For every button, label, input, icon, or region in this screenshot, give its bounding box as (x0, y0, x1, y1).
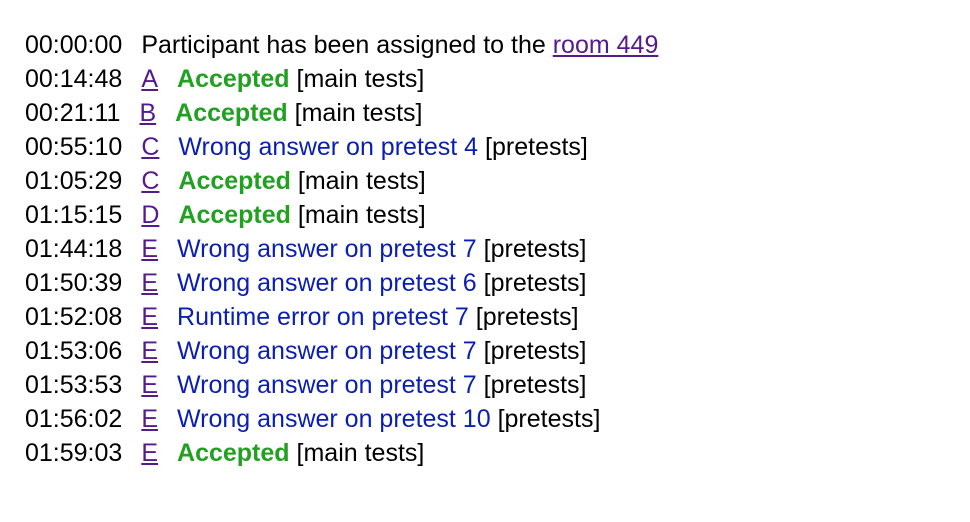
assignment-row: 00:00:00 Participant has been assigned to… (25, 28, 658, 62)
submission-list: 00:14:48 A Accepted [main tests] 00:21:11 B A… (25, 62, 658, 470)
verdict-accepted: Accepted (178, 167, 291, 195)
verdict-rejected: Wrong answer on pretest 7 (177, 235, 477, 263)
problem-link[interactable]: B (139, 99, 156, 127)
verdict-rejected: Wrong answer on pretest 7 (177, 337, 477, 365)
submission-row: 01:44:18 E Wrong answer on pretest 7 [pret… (25, 232, 658, 266)
test-set-label: [main tests] (294, 99, 423, 127)
submission-row: 01:15:15 D Accepted [main tests] (25, 198, 658, 232)
verdict-rejected: Wrong answer on pretest 10 (177, 405, 491, 433)
submission-row: 01:53:53 E Wrong answer on pretest 7 [pret… (25, 368, 658, 402)
submission-row: 01:53:06 E Wrong answer on pretest 7 [pret… (25, 334, 658, 368)
room-link[interactable]: room 449 (553, 31, 659, 59)
verdict-accepted: Accepted (178, 201, 291, 229)
verdict-accepted: Accepted (177, 65, 290, 93)
submission-row: 00:55:10 C Wrong answer on pretest 4 [pret… (25, 130, 658, 164)
test-set-label: [main tests] (296, 439, 425, 467)
submission-row: 00:14:48 A Accepted [main tests] (25, 62, 658, 96)
problem-link[interactable]: E (141, 439, 158, 467)
submission-row: 01:50:39 E Wrong answer on pretest 6 [pret… (25, 266, 658, 300)
submission-time: 01:53:06 (25, 337, 123, 365)
verdict-accepted: Accepted (177, 439, 290, 467)
verdict-rejected: Wrong answer on pretest 4 (178, 133, 479, 161)
submission-time: 01:15:15 (25, 201, 123, 229)
submission-time: 01:53:53 (25, 371, 123, 399)
submission-row: 01:52:08 E Runtime error on pretest 7 [pre… (25, 300, 658, 334)
verdict-rejected: Wrong answer on pretest 7 (177, 371, 477, 399)
problem-link[interactable]: E (141, 337, 158, 365)
submission-row: 00:21:11 B Accepted [main tests] (25, 96, 658, 130)
verdict-rejected: Runtime error on pretest 7 (177, 303, 469, 331)
submission-row: 01:56:02 E Wrong answer on pretest 10 [pre… (25, 402, 658, 436)
problem-link[interactable]: E (141, 405, 158, 433)
submission-time: 00:55:10 (25, 133, 123, 161)
verdict-rejected: Wrong answer on pretest 6 (177, 269, 477, 297)
submission-time: 01:59:03 (25, 439, 123, 467)
submission-row: 01:59:03 E Accepted [main tests] (25, 436, 658, 470)
problem-link[interactable]: D (141, 201, 159, 229)
test-set-label: [pretests] (483, 337, 587, 365)
submission-time: 01:44:18 (25, 235, 123, 263)
problem-link[interactable]: C (141, 167, 159, 195)
problem-link[interactable]: E (141, 371, 158, 399)
test-set-label: [main tests] (297, 201, 426, 229)
problem-link[interactable]: E (141, 235, 158, 263)
submission-row: 01:05:29 C Accepted [main tests] (25, 164, 658, 198)
assignment-text: Participant has been assigned to the (141, 31, 546, 59)
submission-time: 01:50:39 (25, 269, 123, 297)
submission-time: 01:52:08 (25, 303, 123, 331)
test-set-label: [pretests] (497, 405, 601, 433)
submission-time: 00:21:11 (25, 99, 121, 127)
submission-time: 01:05:29 (25, 167, 123, 195)
problem-link[interactable]: E (141, 269, 158, 297)
test-set-label: [pretests] (485, 133, 588, 161)
submission-time: 00:14:48 (25, 65, 123, 93)
event-time: 00:00:00 (25, 31, 123, 59)
problem-link[interactable]: A (141, 65, 158, 93)
submission-log: 00:00:00 Participant has been assigned to… (25, 28, 658, 470)
test-set-label: [pretests] (475, 303, 579, 331)
problem-link[interactable]: C (141, 133, 159, 161)
test-set-label: [pretests] (483, 371, 587, 399)
test-set-label: [pretests] (483, 269, 587, 297)
verdict-accepted: Accepted (175, 99, 288, 127)
test-set-label: [main tests] (296, 65, 425, 93)
test-set-label: [main tests] (297, 167, 426, 195)
test-set-label: [pretests] (483, 235, 587, 263)
submission-time: 01:56:02 (25, 405, 123, 433)
problem-link[interactable]: E (141, 303, 158, 331)
